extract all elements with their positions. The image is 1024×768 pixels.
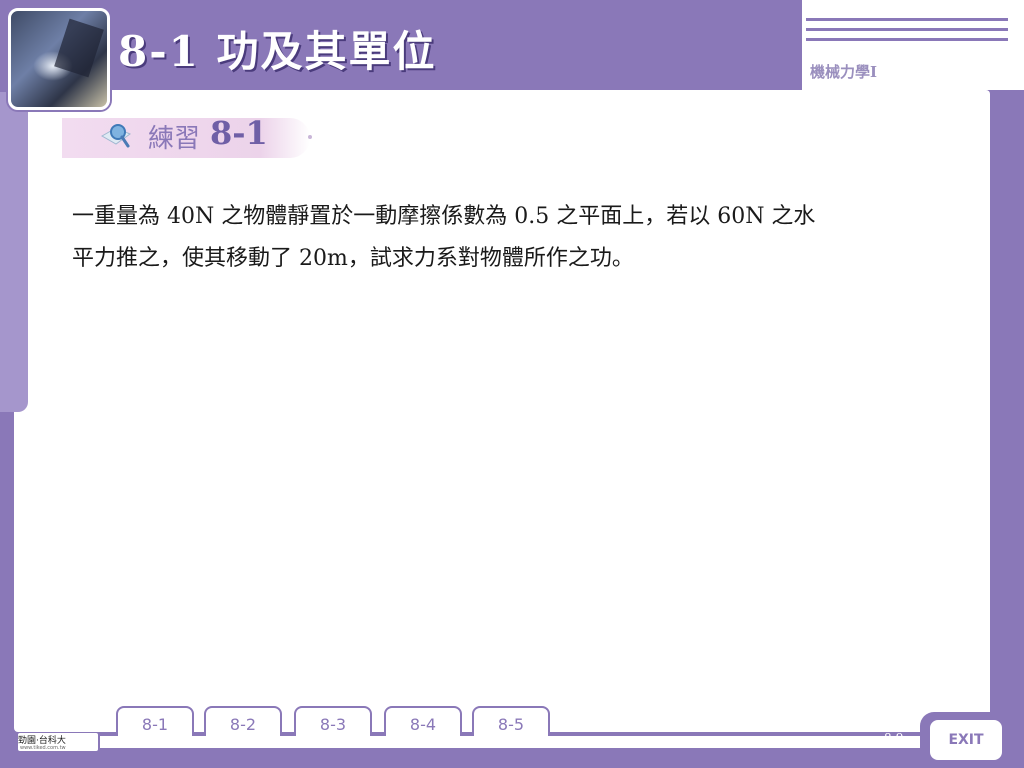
header-photo: [8, 8, 110, 110]
banner-arrow-icon: [308, 135, 312, 139]
decor-dot: [914, 740, 918, 744]
photo-shadow: [54, 18, 104, 78]
content-area: [14, 90, 990, 732]
tab-8-4[interactable]: 8-4: [384, 706, 462, 736]
problem-text: 一重量為 40N 之物體靜置於一動摩擦係數為 0.5 之平面上，若以 60N 之…: [72, 196, 952, 280]
subject-label: 機械力學I: [810, 63, 878, 81]
header-rule: [806, 18, 1008, 21]
problem-line: 一重量為 40N 之物體靜置於一動摩擦係數為 0.5 之平面上，若以 60N 之…: [72, 204, 816, 229]
tab-8-5[interactable]: 8-5: [472, 706, 550, 736]
decor-dot: [866, 740, 870, 744]
logo-url: www.tiked.com.tw: [20, 745, 66, 751]
problem-line: 平力推之，使其移動了 20m，試求力系對物體所作之功。: [72, 246, 634, 271]
tab-8-3[interactable]: 8-3: [294, 706, 372, 736]
exit-button[interactable]: EXIT: [930, 720, 1002, 760]
tab-8-2[interactable]: 8-2: [204, 706, 282, 736]
header-rule: [806, 28, 1008, 31]
header-rule: [806, 38, 1008, 41]
page-number: 8-9: [884, 731, 904, 745]
practice-number: 8-1: [210, 114, 268, 152]
left-accent: [0, 92, 28, 412]
tab-8-1[interactable]: 8-1: [116, 706, 194, 736]
page-title: 8-1 功及其單位: [118, 27, 437, 76]
magnifier-icon: [100, 124, 132, 148]
right-accent: [992, 572, 1010, 722]
practice-label: 練習: [148, 124, 201, 154]
